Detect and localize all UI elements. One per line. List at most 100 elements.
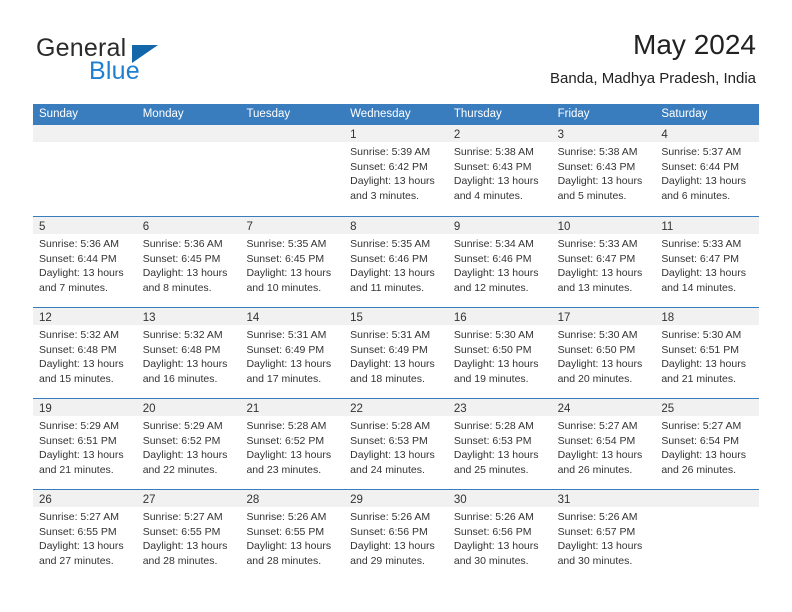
day-number-strip: 5	[33, 217, 137, 234]
day-cell-25[interactable]: 25 Sunrise: 5:27 AM Sunset: 6:54 PM Dayligh…	[655, 399, 760, 489]
day-detail-line: Sunrise: 5:35 AM	[350, 238, 431, 250]
day-number-strip: 13	[136, 308, 241, 325]
day-detail-line: Daylight: 13 hours	[350, 175, 435, 188]
day-detail-line: Sunrise: 5:31 AM	[246, 329, 327, 341]
calendar-week-row: 26 Sunrise: 5:27 AM Sunset: 6:55 PM Dayligh…	[33, 489, 760, 580]
day-detail-line: and 30 minutes.	[453, 554, 529, 567]
day-detail-line: Daylight: 13 hours	[142, 449, 228, 462]
day-cell-22[interactable]: 22 Sunrise: 5:28 AM Sunset: 6:53 PM Dayligh…	[344, 399, 448, 489]
day-cell-20[interactable]: 20 Sunrise: 5:29 AM Sunset: 6:52 PM Dayligh…	[136, 399, 241, 489]
day-cell-10[interactable]: 10 Sunrise: 5:33 AM Sunset: 6:47 PM Dayligh…	[551, 217, 656, 307]
day-detail-line: Sunset: 6:44 PM	[661, 160, 739, 173]
calendar-week-row: 1 Sunrise: 5:39 AM Sunset: 6:42 PM Daylight…	[33, 125, 760, 216]
day-number: 25	[661, 403, 675, 415]
day-cell-31[interactable]: 31 Sunrise: 5:26 AM Sunset: 6:57 PM Dayligh…	[551, 490, 656, 580]
day-cell-28[interactable]: 28 Sunrise: 5:26 AM Sunset: 6:55 PM Dayligh…	[240, 490, 345, 580]
day-cell-30[interactable]: 30 Sunrise: 5:26 AM Sunset: 6:56 PM Dayligh…	[447, 490, 552, 580]
location-subtitle: Banda, Madhya Pradesh, India	[550, 70, 756, 87]
day-cell-empty	[240, 125, 345, 216]
day-detail-line: Sunrise: 5:27 AM	[557, 420, 638, 432]
day-number: 3	[557, 129, 564, 141]
day-detail-line: Daylight: 13 hours	[661, 267, 746, 280]
day-detail-line: Sunset: 6:44 PM	[39, 252, 117, 265]
day-detail-line: Daylight: 13 hours	[557, 358, 643, 371]
day-detail-line: and 28 minutes.	[246, 554, 322, 567]
day-number-strip: 21	[240, 399, 345, 416]
day-number-strip: 1	[344, 125, 448, 142]
weekday-header-saturday: Saturday	[661, 108, 708, 120]
day-detail-line: and 3 minutes.	[350, 189, 420, 202]
day-detail-line: Sunset: 6:57 PM	[557, 525, 636, 538]
day-details: Sunrise: 5:31 AM Sunset: 6:49 PM Daylight:…	[344, 325, 448, 386]
day-cell-3[interactable]: 3 Sunrise: 5:38 AM Sunset: 6:43 PM Daylight…	[551, 125, 656, 216]
day-cell-1[interactable]: 1 Sunrise: 5:39 AM Sunset: 6:42 PM Daylight…	[344, 125, 448, 216]
day-detail-line: Sunset: 6:55 PM	[246, 525, 325, 538]
day-details: Sunrise: 5:27 AM Sunset: 6:55 PM Daylight:…	[33, 507, 137, 568]
day-detail-line: Daylight: 13 hours	[557, 175, 643, 188]
day-cell-empty	[655, 490, 760, 580]
day-cell-26[interactable]: 26 Sunrise: 5:27 AM Sunset: 6:55 PM Dayligh…	[33, 490, 137, 580]
day-cell-24[interactable]: 24 Sunrise: 5:27 AM Sunset: 6:54 PM Dayligh…	[551, 399, 656, 489]
day-detail-line: Sunset: 6:47 PM	[557, 252, 636, 265]
day-detail-line: Sunset: 6:47 PM	[661, 252, 739, 265]
day-cell-14[interactable]: 14 Sunrise: 5:31 AM Sunset: 6:49 PM Dayligh…	[240, 308, 345, 398]
day-number-strip: 12	[33, 308, 137, 325]
day-detail-line: Sunset: 6:46 PM	[453, 252, 532, 265]
day-details	[137, 142, 241, 145]
weekday-header-sunday: Sunday	[39, 108, 79, 120]
day-detail-line: Sunrise: 5:28 AM	[350, 420, 431, 432]
day-number: 29	[350, 494, 363, 506]
day-cell-13[interactable]: 13 Sunrise: 5:32 AM Sunset: 6:48 PM Dayligh…	[136, 308, 241, 398]
day-detail-line: Sunset: 6:46 PM	[350, 252, 428, 265]
day-cell-16[interactable]: 16 Sunrise: 5:30 AM Sunset: 6:50 PM Dayligh…	[447, 308, 552, 398]
day-cell-18[interactable]: 18 Sunrise: 5:30 AM Sunset: 6:51 PM Dayligh…	[655, 308, 760, 398]
weekday-header-wednesday: Wednesday	[350, 108, 411, 120]
day-detail-line: Sunset: 6:43 PM	[557, 160, 636, 173]
day-details: Sunrise: 5:37 AM Sunset: 6:44 PM Daylight:…	[655, 142, 759, 203]
day-detail-line: Sunrise: 5:30 AM	[453, 329, 534, 341]
day-number: 9	[453, 221, 461, 233]
day-number-strip: 11	[655, 217, 760, 234]
day-details: Sunrise: 5:33 AM Sunset: 6:47 PM Daylight:…	[655, 234, 759, 295]
day-detail-line: and 25 minutes.	[453, 463, 529, 476]
general-blue-logo[interactable]: General Blue	[36, 34, 266, 86]
day-cell-17[interactable]: 17 Sunrise: 5:30 AM Sunset: 6:50 PM Dayligh…	[551, 308, 656, 398]
day-detail-line: and 26 minutes.	[557, 463, 633, 476]
day-detail-line: Sunset: 6:51 PM	[661, 343, 739, 356]
day-number-strip: 28	[240, 490, 345, 507]
day-detail-line: Sunrise: 5:29 AM	[142, 420, 223, 432]
day-number: 20	[142, 403, 156, 415]
day-cell-empty	[136, 125, 241, 216]
weekday-header-row: Sunday Monday Tuesday Wednesday Thursday Frid…	[33, 104, 759, 125]
day-cell-23[interactable]: 23 Sunrise: 5:28 AM Sunset: 6:53 PM Dayligh…	[447, 399, 552, 489]
day-cell-15[interactable]: 15 Sunrise: 5:31 AM Sunset: 6:49 PM Dayligh…	[344, 308, 448, 398]
day-cell-4[interactable]: 4 Sunrise: 5:37 AM Sunset: 6:44 PM Daylight…	[655, 125, 760, 216]
day-number-strip	[240, 125, 345, 142]
day-detail-line: Sunrise: 5:31 AM	[350, 329, 431, 341]
day-cell-19[interactable]: 19 Sunrise: 5:29 AM Sunset: 6:51 PM Dayligh…	[33, 399, 137, 489]
calendar-week-row: 19 Sunrise: 5:29 AM Sunset: 6:51 PM Dayligh…	[33, 398, 760, 489]
weekday-header-tuesday: Tuesday	[246, 108, 291, 120]
day-cell-6[interactable]: 6 Sunrise: 5:36 AM Sunset: 6:45 PM Daylight…	[136, 217, 241, 307]
day-cell-8[interactable]: 8 Sunrise: 5:35 AM Sunset: 6:46 PM Daylight…	[344, 217, 448, 307]
day-number-strip: 27	[136, 490, 241, 507]
day-cell-5[interactable]: 5 Sunrise: 5:36 AM Sunset: 6:44 PM Daylight…	[33, 217, 137, 307]
day-details: Sunrise: 5:26 AM Sunset: 6:57 PM Daylight:…	[552, 507, 656, 568]
day-number-strip	[136, 125, 241, 142]
day-detail-line: Sunrise: 5:36 AM	[142, 238, 223, 250]
day-cell-2[interactable]: 2 Sunrise: 5:38 AM Sunset: 6:43 PM Daylight…	[447, 125, 552, 216]
day-cell-21[interactable]: 21 Sunrise: 5:28 AM Sunset: 6:52 PM Dayligh…	[240, 399, 345, 489]
day-detail-line: Sunrise: 5:36 AM	[39, 238, 119, 250]
day-cell-9[interactable]: 9 Sunrise: 5:34 AM Sunset: 6:46 PM Daylight…	[447, 217, 552, 307]
day-cell-11[interactable]: 11 Sunrise: 5:33 AM Sunset: 6:47 PM Dayligh…	[655, 217, 760, 307]
day-number-strip	[655, 490, 760, 507]
day-details: Sunrise: 5:28 AM Sunset: 6:52 PM Daylight:…	[240, 416, 344, 477]
day-detail-line: Sunrise: 5:33 AM	[661, 238, 742, 250]
day-detail-line: Sunset: 6:50 PM	[453, 343, 532, 356]
day-cell-7[interactable]: 7 Sunrise: 5:35 AM Sunset: 6:45 PM Daylight…	[240, 217, 345, 307]
day-cell-12[interactable]: 12 Sunrise: 5:32 AM Sunset: 6:48 PM Dayligh…	[33, 308, 137, 398]
calendar-week-row: 12 Sunrise: 5:32 AM Sunset: 6:48 PM Dayligh…	[33, 307, 760, 398]
day-cell-27[interactable]: 27 Sunrise: 5:27 AM Sunset: 6:55 PM Dayligh…	[136, 490, 241, 580]
day-number: 21	[246, 403, 260, 415]
day-cell-29[interactable]: 29 Sunrise: 5:26 AM Sunset: 6:56 PM Dayligh…	[344, 490, 448, 580]
